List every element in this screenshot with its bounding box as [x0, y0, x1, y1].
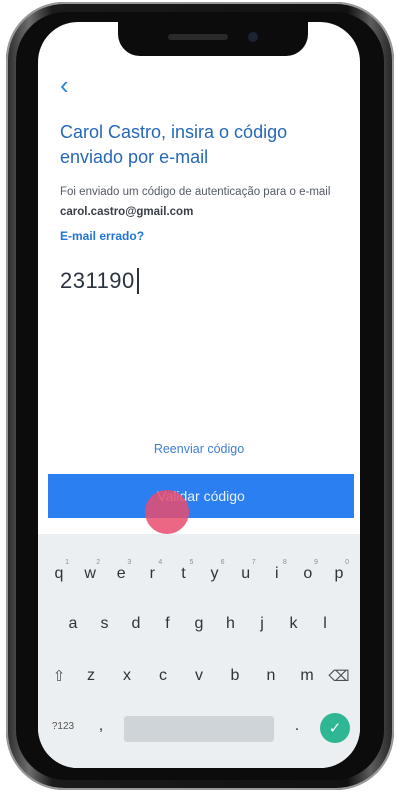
key-o[interactable]: o9	[293, 556, 323, 592]
app-screen: ‹ Carol Castro, insira o código enviado …	[38, 22, 360, 768]
key-number-hint: 4	[158, 559, 163, 566]
keyboard-row-2: asdfghjkl	[38, 606, 360, 642]
validate-code-button[interactable]: Validar código	[48, 474, 354, 518]
key-number-hint: 2	[96, 559, 101, 566]
on-screen-keyboard: q1w2e3r4t5y6u7i8o9p0 asdfghjkl ⇧ zxcvbnm…	[38, 534, 360, 768]
key-j[interactable]: j	[247, 606, 277, 642]
keyboard-row-3: ⇧ zxcvbnm ⌫	[38, 658, 360, 694]
key-letter: q	[54, 565, 64, 582]
key-e[interactable]: e3	[106, 556, 136, 592]
key-number-hint: 5	[189, 559, 194, 566]
key-number-hint: 0	[345, 559, 349, 566]
back-chevron-icon[interactable]: ‹	[60, 72, 69, 98]
backspace-key-icon[interactable]: ⌫	[324, 658, 354, 694]
key-letter: u	[241, 565, 251, 582]
wrong-email-link[interactable]: E-mail errado?	[60, 229, 144, 243]
key-letter: e	[116, 565, 126, 582]
key-letter: r	[149, 565, 155, 582]
key-number-hint: 8	[282, 559, 287, 566]
key-b[interactable]: b	[221, 658, 250, 694]
key-z[interactable]: z	[77, 658, 106, 694]
key-l[interactable]: l	[310, 606, 340, 642]
key-y[interactable]: y6	[200, 556, 230, 592]
key-k[interactable]: k	[279, 606, 309, 642]
enter-key-icon[interactable]: ✓	[320, 712, 350, 743]
key-letter: y	[210, 565, 219, 582]
user-email: carol.castro@gmail.com	[60, 206, 194, 218]
key-s[interactable]: s	[90, 606, 120, 642]
text-cursor	[136, 268, 139, 294]
speaker-grille	[168, 34, 228, 40]
key-a[interactable]: a	[58, 606, 88, 642]
touch-indicator	[145, 490, 189, 534]
key-number-hint: 6	[220, 559, 225, 566]
key-n[interactable]: n	[257, 658, 286, 694]
key-letter: t	[181, 565, 186, 582]
key-letter: w	[84, 565, 96, 582]
keyboard-row-4: ?123 , . ✓	[38, 708, 360, 744]
phone-notch	[118, 22, 308, 56]
comma-key[interactable]: ,	[86, 708, 116, 744]
resend-code-link[interactable]: Reenviar código	[38, 442, 360, 456]
camera-icon	[248, 32, 258, 42]
description-text: Foi enviado um código de autenticação pa…	[60, 186, 331, 198]
key-q[interactable]: q1	[44, 556, 74, 592]
code-value: 231190	[60, 268, 135, 293]
key-number-hint: 7	[251, 559, 256, 566]
key-w[interactable]: w2	[75, 556, 105, 592]
auth-description: Foi enviado um código de autenticação pa…	[60, 182, 360, 222]
key-letter: i	[274, 565, 279, 582]
key-d[interactable]: d	[121, 606, 151, 642]
keyboard-row-3-letters: zxcvbnm	[77, 658, 322, 694]
key-number-hint: 1	[65, 559, 69, 566]
key-f[interactable]: f	[153, 606, 183, 642]
key-m[interactable]: m	[293, 658, 322, 694]
code-input[interactable]: 231190	[60, 265, 340, 297]
key-x[interactable]: x	[113, 658, 142, 694]
key-i[interactable]: i8	[262, 556, 292, 592]
key-t[interactable]: t5	[168, 556, 198, 592]
key-r[interactable]: r4	[137, 556, 167, 592]
key-letter: p	[334, 565, 344, 582]
page-title: Carol Castro, insira o código enviado po…	[60, 122, 288, 167]
key-h[interactable]: h	[216, 606, 246, 642]
keyboard-row-1: q1w2e3r4t5y6u7i8o9p0	[38, 556, 360, 592]
key-number-hint: 3	[127, 559, 132, 566]
key-letter: o	[303, 565, 313, 582]
key-v[interactable]: v	[185, 658, 214, 694]
symbols-key[interactable]: ?123	[48, 708, 78, 744]
key-c[interactable]: c	[149, 658, 178, 694]
key-u[interactable]: u7	[231, 556, 261, 592]
key-number-hint: 9	[313, 559, 318, 566]
shift-key-icon[interactable]: ⇧	[44, 658, 74, 694]
period-key[interactable]: .	[282, 708, 312, 744]
space-key[interactable]	[124, 715, 274, 742]
key-g[interactable]: g	[184, 606, 214, 642]
key-p[interactable]: p0	[324, 556, 354, 592]
